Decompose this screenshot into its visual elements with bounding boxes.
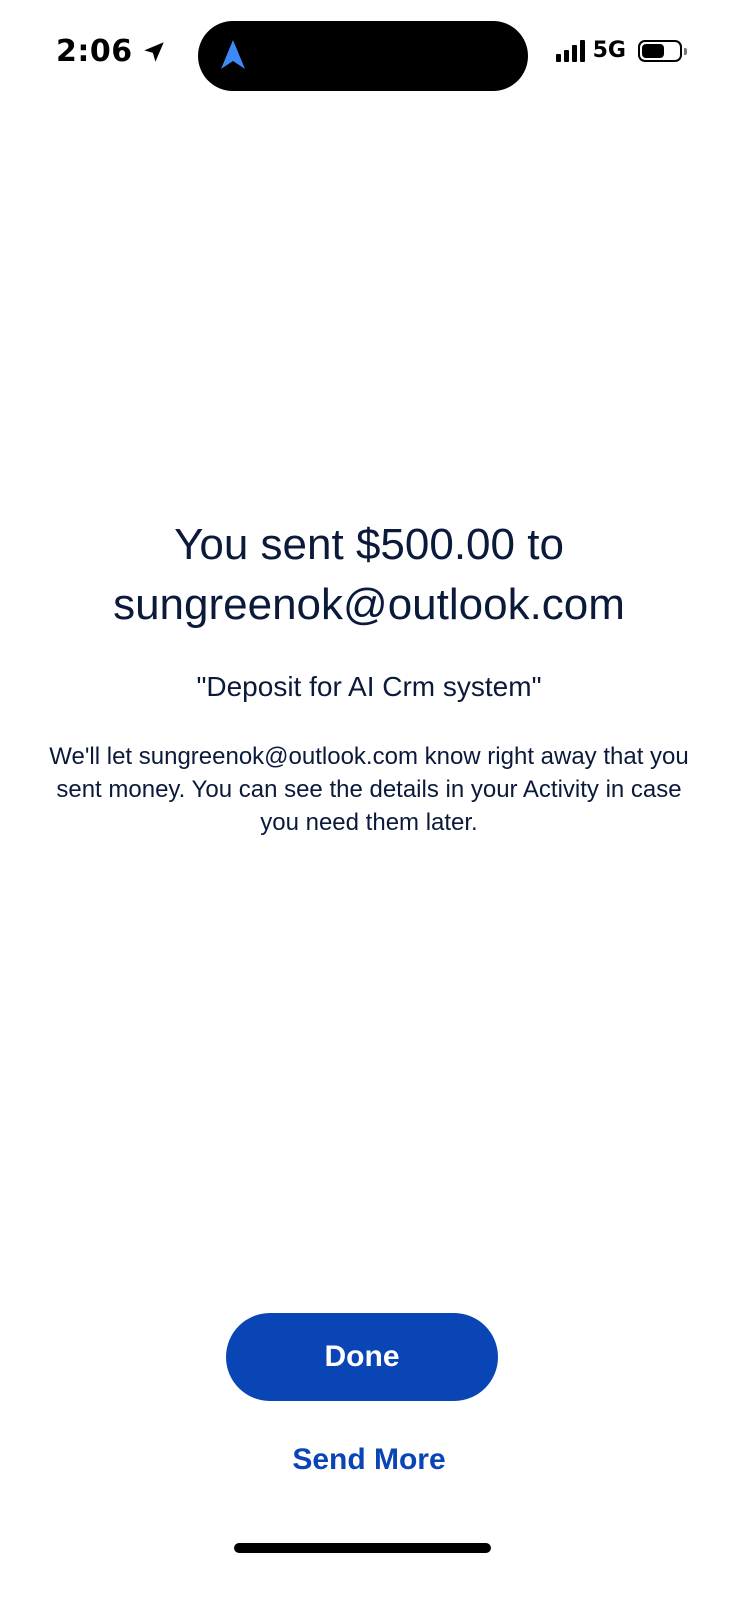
- confirmation-description: We'll let sungreenok@outlook.com know ri…: [49, 743, 689, 836]
- navigation-arrow-icon: [220, 39, 246, 76]
- status-right: 5G: [555, 38, 687, 63]
- payment-note: "Deposit for AI Crm system": [196, 671, 542, 702]
- home-indicator[interactable]: [234, 1543, 491, 1553]
- status-time: 2:06: [56, 34, 133, 69]
- dynamic-island[interactable]: [198, 21, 528, 91]
- send-more-link[interactable]: Send More: [200, 1440, 538, 1480]
- confirmation-headline: You sent $500.00 to sungreenok@outlook.c…: [113, 520, 625, 629]
- time-group: 2:06: [56, 34, 167, 69]
- battery-icon: [638, 39, 687, 62]
- done-button[interactable]: Done: [226, 1313, 498, 1401]
- battery-level: [642, 43, 664, 58]
- location-arrow-icon: [141, 39, 167, 65]
- network-type: 5G: [592, 38, 626, 63]
- status-bar: 2:06 5G: [0, 0, 738, 110]
- signal-bars-icon: [555, 39, 585, 62]
